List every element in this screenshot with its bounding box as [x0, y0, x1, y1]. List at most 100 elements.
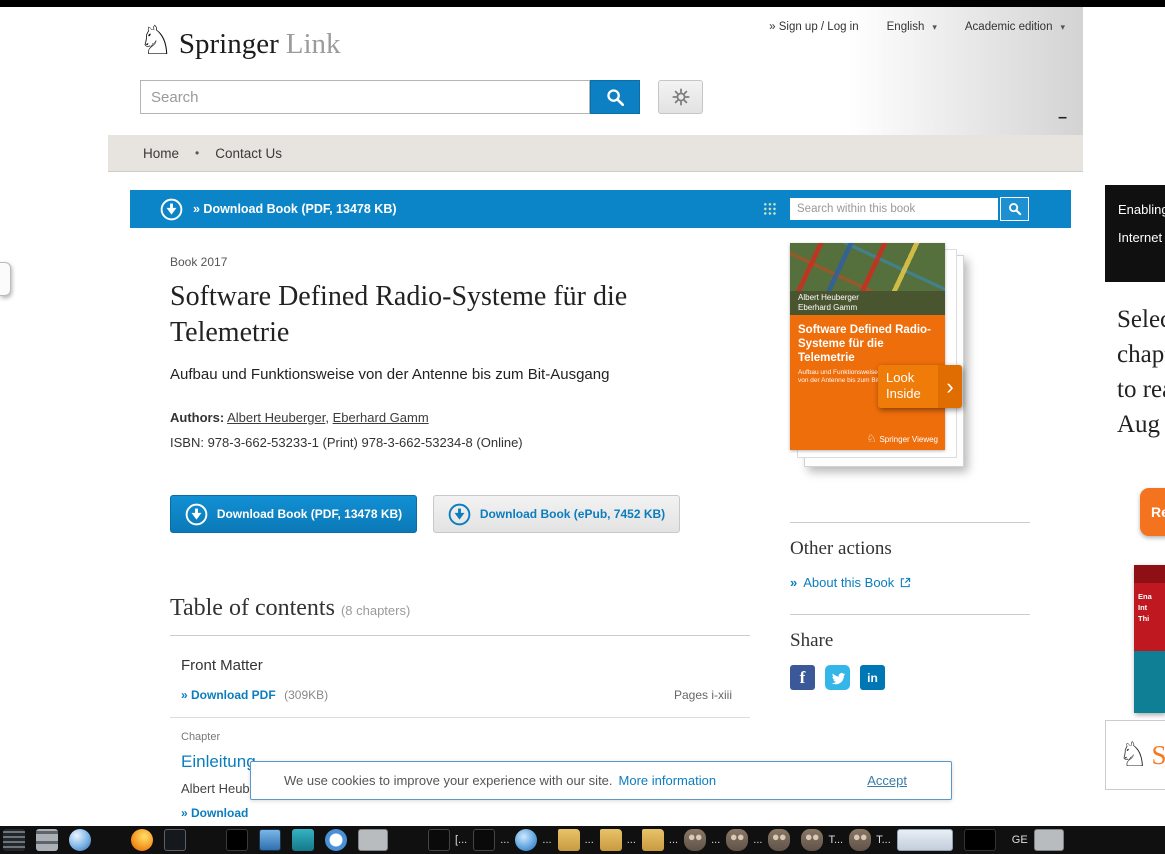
author-link-heuberger[interactable]: Albert Heuberger [227, 410, 325, 425]
cover-author-1: Albert Heuberger [798, 293, 859, 302]
book-search-button[interactable] [1000, 197, 1029, 221]
cover-authors: Albert Heuberger Eberhard Gamm [790, 291, 945, 315]
chapter-download-link[interactable]: » Download [181, 806, 248, 820]
taskbar-app-icon [1034, 829, 1064, 851]
taskbar-item[interactable] [325, 828, 352, 852]
taskbar-item[interactable] [768, 828, 795, 852]
nav-contact-link[interactable]: Contact Us [215, 146, 282, 161]
twitter-bird-icon [830, 670, 846, 686]
taskbar-item-label: ... [627, 834, 636, 846]
look-inside-button[interactable]: Look Inside › [878, 365, 962, 408]
front-matter-download-link[interactable]: » Download PDF [181, 688, 276, 702]
about-this-book-link[interactable]: About this Book [803, 575, 894, 590]
linkedin-share-icon[interactable]: in [860, 665, 885, 690]
taskbar-app-icon [684, 829, 706, 851]
taskbar-item[interactable] [292, 828, 319, 852]
taskbar-item[interactable] [897, 828, 958, 852]
side-tab[interactable] [0, 262, 11, 296]
taskbar-item[interactable]: T... [849, 828, 891, 852]
taskbar-item[interactable] [197, 828, 220, 852]
taskbar-app-icon [3, 829, 25, 851]
facebook-share-icon[interactable]: f [790, 665, 815, 690]
taskbar-item[interactable] [399, 828, 422, 852]
taskbar-item[interactable]: ... [726, 828, 762, 852]
taskbar-item[interactable]: ... [515, 828, 551, 852]
edition-dropdown[interactable]: Academic edition ▾ [965, 21, 1065, 33]
book-cover[interactable]: Albert Heuberger Eberhard Gamm Software … [790, 243, 1030, 473]
taskbar-item[interactable] [358, 828, 393, 852]
cookie-banner: We use cookies to improve your experienc… [250, 761, 952, 800]
taskbar-app-icon [358, 829, 388, 851]
taskbar-item[interactable] [164, 828, 191, 852]
front-matter-row: » Download PDF (309KB) Pages i-xiii [181, 686, 750, 704]
ad-cta-button[interactable]: Re [1140, 488, 1165, 536]
share-heading: Share [790, 630, 1030, 652]
springer-link-logo[interactable]: ♘ Springer Link [138, 21, 341, 61]
taskbar-item[interactable] [964, 828, 1001, 852]
cookie-more-info-link[interactable]: More information [619, 773, 717, 788]
taskbar-item[interactable]: T... [801, 828, 843, 852]
taskbar-item-label: ... [500, 834, 509, 846]
toc-heading-text: Table of contents [170, 595, 335, 621]
twitter-share-icon[interactable] [825, 665, 850, 690]
edition-label: Academic edition [965, 21, 1053, 33]
share-buttons: f in [790, 665, 1030, 690]
taskbar-item[interactable] [131, 828, 158, 852]
taskbar-app-icon [558, 829, 580, 851]
taskbar-item[interactable] [102, 828, 125, 852]
book-search-input[interactable] [790, 198, 998, 220]
header-top-links: » Sign up / Log in English ▾ Academic ed… [769, 21, 1065, 33]
ad-placeholder-dash: – [1058, 109, 1067, 127]
taskbar-item[interactable] [1034, 828, 1069, 852]
taskbar-app-icon [642, 829, 664, 851]
cover-author-2: Eberhard Gamm [798, 303, 857, 312]
taskbar-item[interactable]: ... [558, 828, 594, 852]
chapter-label: Chapter [181, 731, 750, 743]
taskbar-item[interactable]: ... [473, 828, 509, 852]
site-search [140, 80, 703, 114]
taskbar-item-label: [... [455, 834, 467, 846]
taskbar-app-icon [515, 829, 537, 851]
taskbar-item[interactable] [3, 828, 30, 852]
nav-home-link[interactable]: Home [143, 146, 179, 161]
taskbar-item[interactable]: ... [642, 828, 678, 852]
brand-springer: Springer [179, 27, 279, 61]
taskbar-app-icon [131, 829, 153, 851]
site-search-input[interactable] [140, 80, 590, 114]
taskbar-app-icon [897, 829, 953, 851]
taskbar-item[interactable]: GE [1007, 828, 1028, 852]
download-epub-label: Download Book (ePub, 7452 KB) [480, 507, 665, 521]
cookie-accept-button[interactable]: Accept [867, 773, 907, 788]
taskbar-item[interactable] [226, 828, 253, 852]
book-subtitle: Aufbau und Funktionsweise von der Antenn… [170, 366, 750, 383]
ad-springer-logo[interactable]: ♘ S [1105, 720, 1165, 790]
cover-image[interactable]: Albert Heuberger Eberhard Gamm Software … [790, 243, 945, 450]
taskbar-item[interactable] [69, 828, 96, 852]
download-epub-button[interactable]: Download Book (ePub, 7452 KB) [433, 495, 680, 533]
download-pdf-button[interactable]: Download Book (PDF, 13478 KB) [170, 495, 417, 533]
site-search-button[interactable] [590, 80, 640, 114]
nav-separator: • [195, 146, 199, 160]
taskbar-item[interactable]: ... [600, 828, 636, 852]
chevron-down-icon: ▾ [932, 22, 937, 33]
taskbar-app-icon [600, 829, 622, 851]
taskbar-item-label: ... [669, 834, 678, 846]
ad-banner-top[interactable]: Enabling Internet [1105, 185, 1165, 282]
author-link-gamm[interactable]: Eberhard Gamm [333, 410, 429, 425]
springer-s: S [1151, 740, 1165, 771]
ad-book-cover[interactable]: Ena Int Thi [1134, 565, 1165, 713]
taskbar-app-icon [197, 829, 215, 851]
front-matter-pages: Pages i-xiii [674, 688, 732, 702]
dotted-grid-icon [763, 202, 777, 216]
taskbar-item-label: ... [753, 834, 762, 846]
taskbar-item[interactable] [36, 828, 63, 852]
banner-book-search [763, 197, 1029, 221]
banner-download-link[interactable]: » Download Book (PDF, 13478 KB) [160, 198, 397, 221]
search-options-button[interactable] [658, 80, 703, 114]
taskbar-item[interactable]: [... [428, 828, 467, 852]
signup-login-link[interactable]: » Sign up / Log in [769, 21, 859, 33]
language-dropdown[interactable]: English ▾ [887, 21, 937, 33]
taskbar-item[interactable]: ... [684, 828, 720, 852]
taskbar-item[interactable] [259, 828, 286, 852]
language-label: English [887, 21, 925, 33]
